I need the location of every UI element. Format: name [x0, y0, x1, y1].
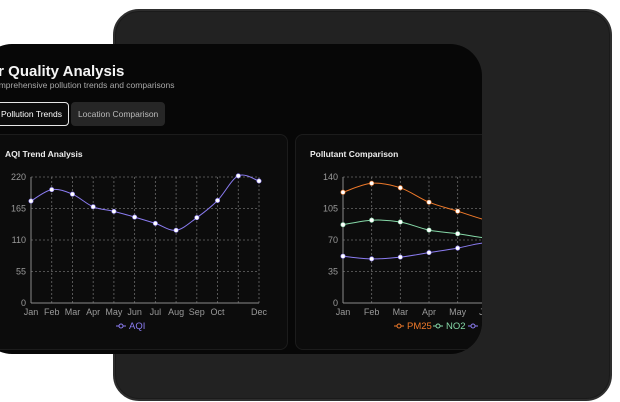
legend-marker-dot	[118, 323, 124, 329]
x-tick-label: Sep	[189, 307, 205, 317]
x-tick-label: Aug	[168, 307, 184, 317]
data-point	[455, 245, 461, 251]
data-point	[28, 198, 34, 204]
series-line	[342, 219, 482, 239]
data-point	[340, 222, 346, 228]
data-point	[426, 227, 432, 233]
legend-label: NO2	[446, 321, 466, 332]
data-point	[132, 214, 138, 220]
x-tick-label: May	[105, 307, 123, 317]
data-point	[152, 220, 158, 226]
x-tick-label: Jun	[479, 307, 482, 317]
x-tick-label: Jan	[336, 307, 351, 317]
x-tick-label: Jun	[127, 307, 142, 317]
legend-label: AQI	[129, 321, 145, 332]
data-point	[256, 178, 262, 184]
aqi-trend-card: AQI Trend Analysis 0 55 110 165 220 Jan Feb Mar…	[0, 134, 288, 350]
legend-marker-dot	[435, 323, 441, 329]
data-point	[426, 199, 432, 205]
series-line	[30, 174, 260, 231]
pollutant-comparison-chart: 03570105140JanFebMarAprMayJunJulPM25NO2	[323, 172, 482, 332]
y-tick-label: 110	[12, 235, 26, 245]
y-tick-label: 140	[323, 172, 338, 182]
x-tick-label: Feb	[364, 307, 380, 317]
pollutant-comparison-card: Pollutant Comparison 0 35 70 105 140 Jan Feb Ma…	[295, 134, 482, 350]
aqi-chart-title: AQI Trend Analysis	[5, 149, 83, 159]
data-point	[90, 204, 96, 210]
data-point	[426, 250, 432, 256]
legend-marker-dot	[396, 323, 402, 329]
y-tick-label: 55	[16, 267, 26, 277]
page-title: ir Quality Analysis	[0, 63, 125, 80]
data-point	[111, 208, 117, 214]
x-tick-label: May	[449, 307, 467, 317]
data-point	[340, 189, 346, 195]
x-tick-label: Mar	[393, 307, 409, 317]
x-tick-label: Mar	[65, 307, 81, 317]
data-point	[455, 208, 461, 214]
data-point	[340, 253, 346, 259]
data-point	[369, 217, 375, 223]
pollutant-chart-title: Pollutant Comparison	[310, 149, 399, 159]
data-point	[369, 180, 375, 186]
data-point	[173, 227, 179, 233]
tab-location-comparison[interactable]: Location Comparison	[70, 102, 166, 126]
data-point	[215, 197, 221, 203]
y-tick-label: 105	[323, 204, 338, 214]
x-tick-label: Oct	[211, 307, 226, 317]
y-tick-label: 220	[11, 172, 26, 182]
x-tick-label: Dec	[251, 307, 268, 317]
page-subtitle: omprehensive pollution trends and compar…	[0, 80, 175, 90]
legend-marker-dot	[470, 323, 476, 329]
data-point	[194, 215, 200, 221]
y-tick-label: 165	[11, 204, 26, 214]
x-tick-label: Apr	[422, 307, 436, 317]
x-tick-label: Feb	[44, 307, 60, 317]
x-tick-label: Jan	[24, 307, 39, 317]
aqi-trend-chart: 055110165220Jan Feb Mar Apr May Jun Jul Aug Sep O…	[11, 172, 268, 332]
data-point	[397, 185, 403, 191]
data-point	[455, 231, 461, 237]
data-point	[49, 187, 55, 193]
y-tick-label: 35	[328, 267, 338, 277]
y-tick-label: 70	[328, 235, 338, 245]
legend-label: PM25	[407, 321, 432, 332]
series-line	[342, 242, 482, 260]
tab-pollution-trends[interactable]: Pollution Trends	[0, 102, 69, 126]
data-point	[397, 254, 403, 260]
data-point	[235, 173, 241, 179]
series-line	[342, 182, 482, 220]
data-point	[397, 219, 403, 225]
x-tick-label: Apr	[86, 307, 100, 317]
data-point	[369, 256, 375, 262]
x-tick-label: Jul	[150, 307, 162, 317]
tab-bar: Pollution Trends Location Comparison	[0, 102, 166, 126]
air-quality-card: ir Quality Analysis omprehensive polluti…	[0, 44, 482, 354]
data-point	[69, 191, 75, 197]
